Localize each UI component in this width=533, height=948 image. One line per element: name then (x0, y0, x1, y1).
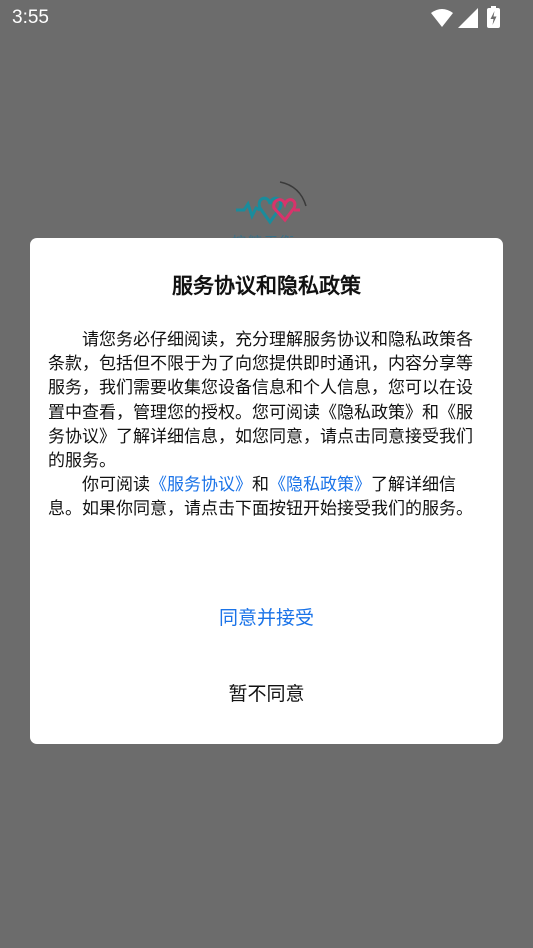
dialog-title: 服务协议和隐私政策 (172, 274, 361, 298)
wifi-icon (431, 9, 453, 27)
status-time: 3:55 (12, 7, 49, 28)
paragraph-2-middle: 和 (252, 475, 269, 496)
app-logo (230, 178, 310, 238)
status-bar: 3:55 (0, 0, 533, 36)
privacy-policy-link[interactable]: 《隐私政策》 (269, 475, 371, 495)
status-icons (431, 6, 521, 28)
dialog-paragraph-2: 你可阅读《服务协议》和《隐私政策》了解详细信息。如果你同意，请点击下面按钮开始接… (48, 473, 486, 521)
service-agreement-link[interactable]: 《服务协议》 (150, 475, 252, 495)
paragraph-2-before: 你可阅读 (82, 475, 150, 496)
battery-charging-icon (487, 6, 500, 28)
dialog-paragraph-1: 请您务必仔细阅读，充分理解服务协议和隐私政策各条款，包括但不限于为了向您提供即时… (48, 330, 473, 472)
decline-button[interactable]: 暂不同意 (30, 674, 503, 714)
signal-icon (458, 8, 478, 28)
dialog-body: 请您务必仔细阅读，充分理解服务协议和隐私政策各条款，包括但不限于为了向您提供即时… (48, 328, 486, 522)
agree-button[interactable]: 同意并接受 (30, 598, 503, 638)
